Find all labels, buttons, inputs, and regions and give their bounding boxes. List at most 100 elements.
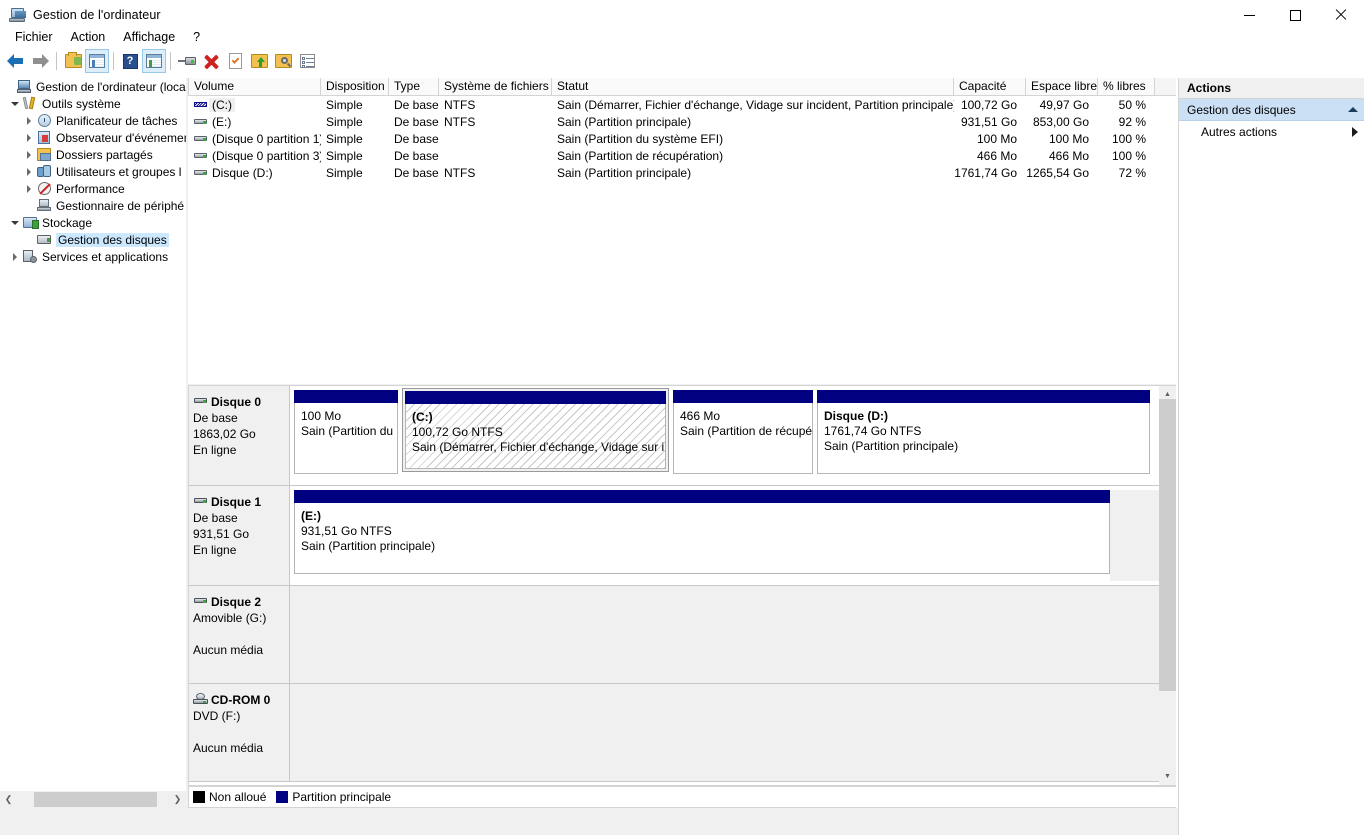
expander-icon[interactable]: [2, 79, 16, 95]
collapse-arrow-icon[interactable]: [1348, 107, 1358, 112]
scroll-track[interactable]: [17, 791, 169, 808]
volume-name: (E:): [212, 114, 232, 129]
clock-icon: [36, 113, 53, 129]
back-button[interactable]: [4, 49, 28, 73]
partition-efi[interactable]: 100 Mo Sain (Partition du: [294, 390, 398, 474]
disk-info[interactable]: Disque 2 Amovible (G:) Aucun média: [189, 586, 290, 683]
table-row[interactable]: (E:) Simple De base NTFS Sain (Partition…: [188, 113, 1176, 130]
tree-node-disk-management[interactable]: Gestion des disques: [0, 231, 186, 248]
action-item-more-actions[interactable]: Autres actions: [1179, 121, 1364, 143]
table-row[interactable]: (Disque 0 partition 3) Simple De base Sa…: [188, 147, 1176, 164]
tree-node-storage[interactable]: Stockage: [0, 214, 186, 231]
column-header-percent-free[interactable]: % libres: [1098, 78, 1155, 95]
tree-node-services-applications[interactable]: Services et applications: [0, 248, 186, 265]
disk-row[interactable]: Disque 2 Amovible (G:) Aucun média: [189, 586, 1160, 684]
scroll-right-arrow-icon[interactable]: ❯: [169, 791, 186, 808]
console-tree[interactable]: Gestion de l'ordinateur (local) Outils s…: [0, 78, 186, 791]
table-row[interactable]: (C:) Simple De base NTFS Sain (Démarrer,…: [188, 96, 1176, 113]
disk-type: Amovible (G:): [193, 611, 267, 625]
tree-node-computer-management[interactable]: Gestion de l'ordinateur (local): [0, 78, 186, 95]
menu-affichage[interactable]: Affichage: [114, 28, 184, 47]
volume-filesystem: NTFS: [444, 165, 476, 180]
help-button[interactable]: ?: [118, 49, 142, 73]
partition-size: 931,51 Go NTFS: [301, 524, 392, 538]
menu-fichier[interactable]: Fichier: [6, 28, 62, 47]
volume-free-space: 100 Mo: [1048, 131, 1089, 146]
volume-status: Sain (Partition principale): [557, 114, 692, 129]
expander-icon[interactable]: [8, 215, 22, 231]
disk-view-scrollbar[interactable]: ▲ ▼: [1159, 386, 1176, 785]
rescan-button[interactable]: [271, 49, 295, 73]
tree-node-event-viewer[interactable]: Observateur d'événements: [0, 129, 186, 146]
partition-label: (E:): [301, 509, 321, 523]
performance-icon: [36, 181, 53, 197]
expander-icon[interactable]: [8, 249, 22, 265]
tree-node-users-groups[interactable]: Utilisateurs et groupes l: [0, 163, 186, 180]
tree-node-shared-folders[interactable]: Dossiers partagés: [0, 146, 186, 163]
disk-name: CD-ROM 0: [211, 693, 271, 707]
export-list-button[interactable]: [247, 49, 271, 73]
expander-icon[interactable]: [22, 181, 36, 197]
maximize-button[interactable]: [1272, 0, 1318, 30]
column-header-volume[interactable]: Volume: [188, 78, 321, 95]
disk-row[interactable]: Disque 0 De base 1863,02 Go En ligne 100…: [189, 386, 1160, 486]
show-action-pane-button[interactable]: [142, 49, 166, 73]
scroll-left-arrow-icon[interactable]: ❮: [0, 791, 17, 808]
tree-node-performance[interactable]: Performance: [0, 180, 186, 197]
show-console-tree-button[interactable]: [85, 49, 109, 73]
properties-button[interactable]: [223, 49, 247, 73]
disk-row[interactable]: CD-ROM 0 DVD (F:) Aucun média: [189, 684, 1160, 782]
toolbar: ?: [0, 48, 1364, 74]
disk-title: Disque 2: [193, 594, 289, 610]
disk-info[interactable]: Disque 0 De base 1863,02 Go En ligne: [189, 386, 290, 485]
column-header-type[interactable]: Type: [389, 78, 439, 95]
expander-icon[interactable]: [8, 96, 22, 112]
expander-icon[interactable]: [22, 147, 36, 163]
disk-management-icon: [36, 232, 53, 248]
connect-remote-button[interactable]: [175, 49, 199, 73]
column-header-filesystem[interactable]: Système de fichiers: [439, 78, 552, 95]
table-row[interactable]: (Disque 0 partition 1) Simple De base Sa…: [188, 130, 1176, 147]
close-button[interactable]: [1318, 0, 1364, 30]
table-row[interactable]: Disque (D:) Simple De base NTFS Sain (Pa…: [188, 164, 1176, 181]
partition-recovery[interactable]: 466 Mo Sain (Partition de récupé: [673, 390, 813, 474]
partition-d[interactable]: Disque (D:) 1761,74 Go NTFS Sain (Partit…: [817, 390, 1150, 474]
forward-button[interactable]: [28, 49, 52, 73]
column-header-status[interactable]: Statut: [552, 78, 954, 95]
menu-action[interactable]: Action: [62, 28, 115, 47]
disk-type: DVD (F:): [193, 709, 241, 723]
up-folder-button[interactable]: [61, 49, 85, 73]
partition-body: Disque (D:) 1761,74 Go NTFS Sain (Partit…: [817, 403, 1150, 474]
tree-node-task-scheduler[interactable]: Planificateur de tâches: [0, 112, 186, 129]
tree-node-device-manager[interactable]: Gestionnaire de périphé: [0, 197, 186, 214]
expander-icon[interactable]: [22, 113, 36, 129]
scroll-down-arrow-icon[interactable]: ▼: [1159, 768, 1176, 785]
disk-name: Disque 2: [211, 595, 262, 609]
volume-list[interactable]: Volume Disposition Type Système de fichi…: [188, 78, 1176, 384]
minimize-button[interactable]: [1226, 0, 1272, 30]
column-header-capacity[interactable]: Capacité: [954, 78, 1026, 95]
scroll-thumb[interactable]: [1159, 399, 1176, 691]
disk-info[interactable]: CD-ROM 0 DVD (F:) Aucun média: [189, 684, 290, 781]
partition-status: Sain (Partition principale): [824, 439, 959, 453]
partition-e[interactable]: (E:) 931,51 Go NTFS Sain (Partition prin…: [294, 490, 1110, 574]
submenu-arrow-icon[interactable]: [1352, 127, 1358, 137]
tree-node-system-tools[interactable]: Outils système: [0, 95, 186, 112]
partition-c[interactable]: (C:) 100,72 Go NTFS Sain (Démarrer, Fich…: [402, 388, 669, 472]
expander-icon[interactable]: [22, 130, 36, 146]
delete-button[interactable]: [199, 49, 223, 73]
column-header-free-space[interactable]: Espace libre: [1026, 78, 1098, 95]
disk-row[interactable]: Disque 1 De base 931,51 Go En ligne (E:)…: [189, 486, 1160, 586]
status-area: [0, 808, 1178, 835]
disk-info[interactable]: Disque 1 De base 931,51 Go En ligne: [189, 486, 290, 585]
volume-capacity: 100,72 Go: [960, 97, 1017, 112]
detail-view-button[interactable]: [295, 49, 319, 73]
actions-header-disk-management[interactable]: Gestion des disques: [1179, 99, 1364, 121]
menu-help[interactable]: ?: [184, 28, 209, 47]
scroll-thumb[interactable]: [34, 792, 157, 807]
disk-partitions: 100 Mo Sain (Partition du (C:) 100,72 Go…: [290, 386, 1160, 485]
expander-icon[interactable]: [22, 164, 36, 180]
column-header-disposition[interactable]: Disposition: [321, 78, 389, 95]
tree-horizontal-scrollbar[interactable]: ❮ ❯: [0, 791, 186, 808]
volume-capacity: 1761,74 Go: [954, 165, 1017, 180]
